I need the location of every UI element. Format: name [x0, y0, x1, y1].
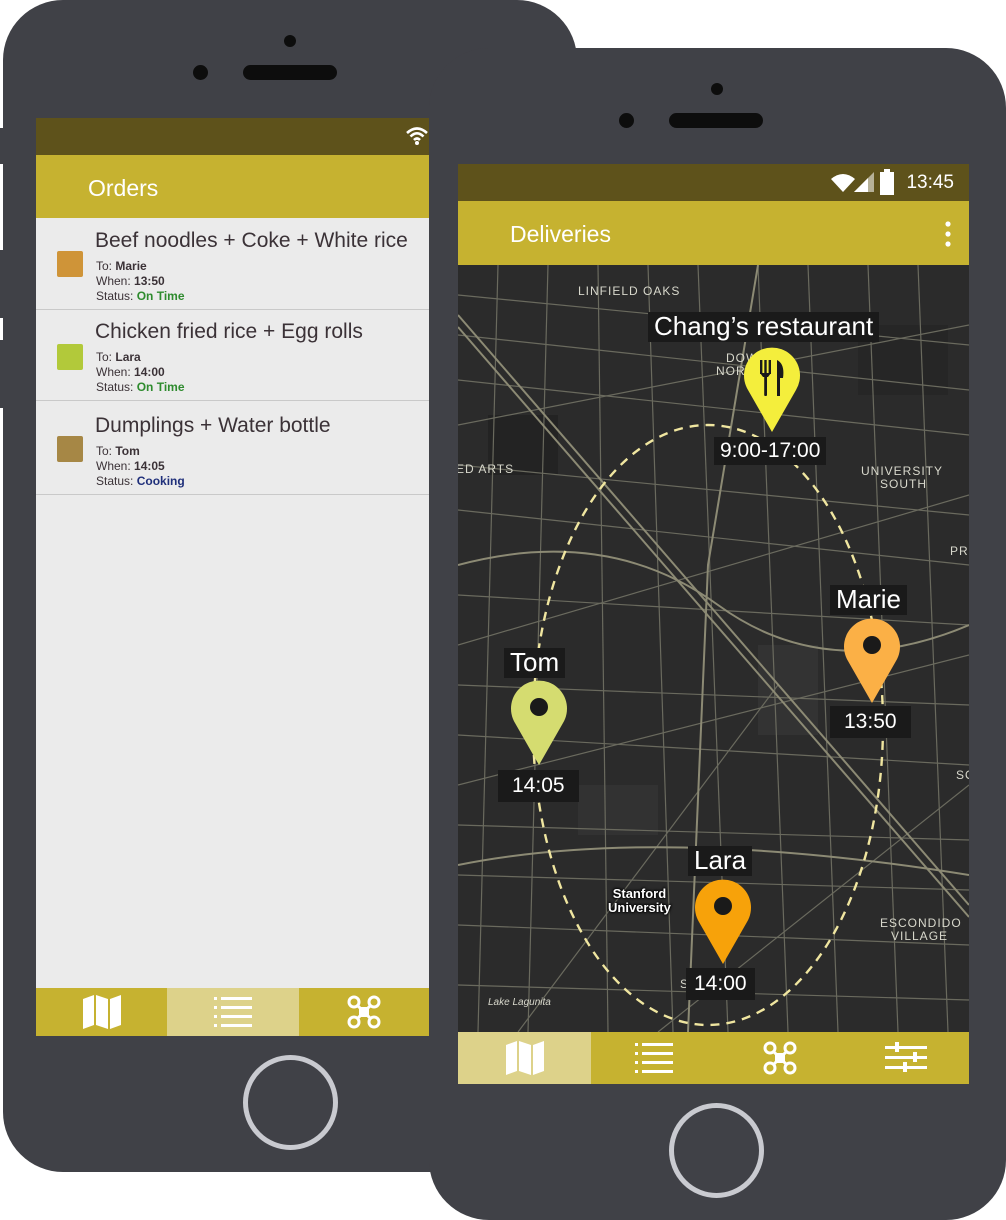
phone-camera — [193, 65, 208, 80]
order-title: Beef noodles + Coke + White rice — [95, 229, 408, 252]
more-options-icon[interactable] — [945, 221, 951, 247]
signal-icon — [854, 172, 874, 192]
nav-settings[interactable] — [843, 1032, 969, 1084]
map-label: SOUTH — [880, 477, 927, 491]
delivery-time-lara: 14:00 — [686, 968, 755, 1001]
map-label: UNIVERSITY — [861, 464, 944, 478]
delivery-time-tom: 14:05 — [498, 770, 579, 803]
phone-sensor — [711, 83, 723, 95]
map-label: ESCONDIDO — [880, 916, 962, 930]
nav-list[interactable] — [591, 1032, 717, 1084]
deliveries-screen: 13:45 Deliveries LINFIELD OAKS NOR ED AR… — [458, 164, 969, 1084]
order-title: Chicken fried rice + Egg rolls — [95, 320, 363, 343]
phone-side-button — [0, 250, 6, 318]
nav-drone[interactable] — [299, 988, 429, 1036]
map-label: ED ARTS — [458, 462, 515, 476]
delivery-pin-icon[interactable] — [694, 878, 752, 964]
bottom-nav — [458, 1032, 969, 1084]
order-item[interactable]: Chicken fried rice + Egg rolls To: Lara … — [36, 310, 429, 401]
map-label: Lake Lagunita — [488, 997, 551, 1008]
order-item[interactable]: Beef noodles + Coke + White rice To: Mar… — [36, 219, 429, 310]
page-title: Orders — [88, 175, 159, 201]
order-title: Dumplings + Water bottle — [95, 414, 331, 437]
delivery-name-marie: Marie — [830, 584, 908, 615]
wifi-icon — [831, 174, 855, 192]
deliveries-header: Deliveries — [458, 201, 969, 265]
map-icon — [505, 1041, 544, 1075]
order-time: When: 14:05 — [96, 459, 165, 473]
order-recipient: To: Lara — [96, 350, 141, 364]
orders-screen: Orders Beef noodles + Coke + White rice … — [36, 118, 429, 1036]
order-recipient: To: Tom — [96, 444, 140, 458]
phone-sensor — [284, 35, 296, 47]
order-item[interactable]: Dumplings + Water bottle To: Tom When: 1… — [36, 404, 429, 495]
stanford-label: Stanford University — [608, 886, 671, 915]
nav-drone[interactable] — [717, 1032, 843, 1084]
status-badge: On Time — [136, 380, 185, 394]
order-time: When: 14:00 — [96, 365, 165, 379]
order-recipient: To: Marie — [96, 259, 147, 273]
nav-map[interactable] — [36, 988, 167, 1036]
delivery-name-lara: Lara — [688, 845, 753, 876]
delivery-time-marie: 13:50 — [830, 706, 911, 739]
sliders-icon — [885, 1042, 927, 1072]
order-color-swatch — [57, 251, 83, 277]
drone-icon — [763, 1041, 797, 1075]
delivery-pin-icon[interactable] — [510, 679, 568, 765]
map-label: PR — [950, 544, 969, 558]
delivery-map[interactable]: LINFIELD OAKS DOWNT NOR ED ARTS UNIVERSI… — [458, 265, 969, 1032]
phone-speaker — [669, 113, 763, 128]
home-button[interactable] — [669, 1103, 764, 1198]
order-status: Status: On Time — [96, 380, 185, 394]
drone-icon — [347, 995, 381, 1029]
restaurant-hours: 9:00-17:00 — [714, 437, 827, 466]
status-time: 13:45 — [906, 172, 954, 193]
restaurant-pin-icon[interactable] — [743, 346, 801, 432]
status-badge: Cooking — [136, 474, 185, 488]
phone-side-button — [0, 340, 6, 408]
page-title: Deliveries — [510, 221, 611, 247]
order-time: When: 13:50 — [96, 274, 165, 288]
bottom-nav — [36, 988, 429, 1036]
status-badge: On Time — [136, 289, 185, 303]
map-label: NOR — [716, 364, 746, 378]
delivery-pin-icon[interactable] — [843, 617, 901, 703]
order-status: Status: On Time — [96, 289, 185, 303]
map-label: SO — [956, 768, 969, 782]
orders-header: Orders — [36, 155, 429, 218]
delivery-name-tom: Tom — [504, 647, 566, 678]
phone-speaker — [243, 65, 337, 80]
status-bar — [36, 118, 429, 155]
phone-camera — [619, 113, 634, 128]
nav-map[interactable] — [458, 1032, 591, 1084]
map-label: LINFIELD OAKS — [578, 284, 681, 298]
wifi-icon — [406, 127, 428, 145]
list-icon — [635, 1043, 673, 1073]
map-label: VILLAGE — [891, 929, 949, 943]
list-icon — [214, 997, 252, 1027]
order-color-swatch — [57, 344, 83, 370]
status-bar: 13:45 — [458, 164, 969, 201]
order-color-swatch — [57, 436, 83, 462]
phone-side-button — [0, 128, 6, 164]
battery-icon — [880, 169, 894, 195]
restaurant-name: Chang’s restaurant — [648, 311, 880, 342]
map-icon — [82, 995, 121, 1029]
phone-side-button — [1000, 296, 1006, 382]
home-button[interactable] — [243, 1055, 338, 1150]
order-status: Status: Cooking — [96, 474, 185, 488]
nav-list[interactable] — [167, 988, 299, 1036]
